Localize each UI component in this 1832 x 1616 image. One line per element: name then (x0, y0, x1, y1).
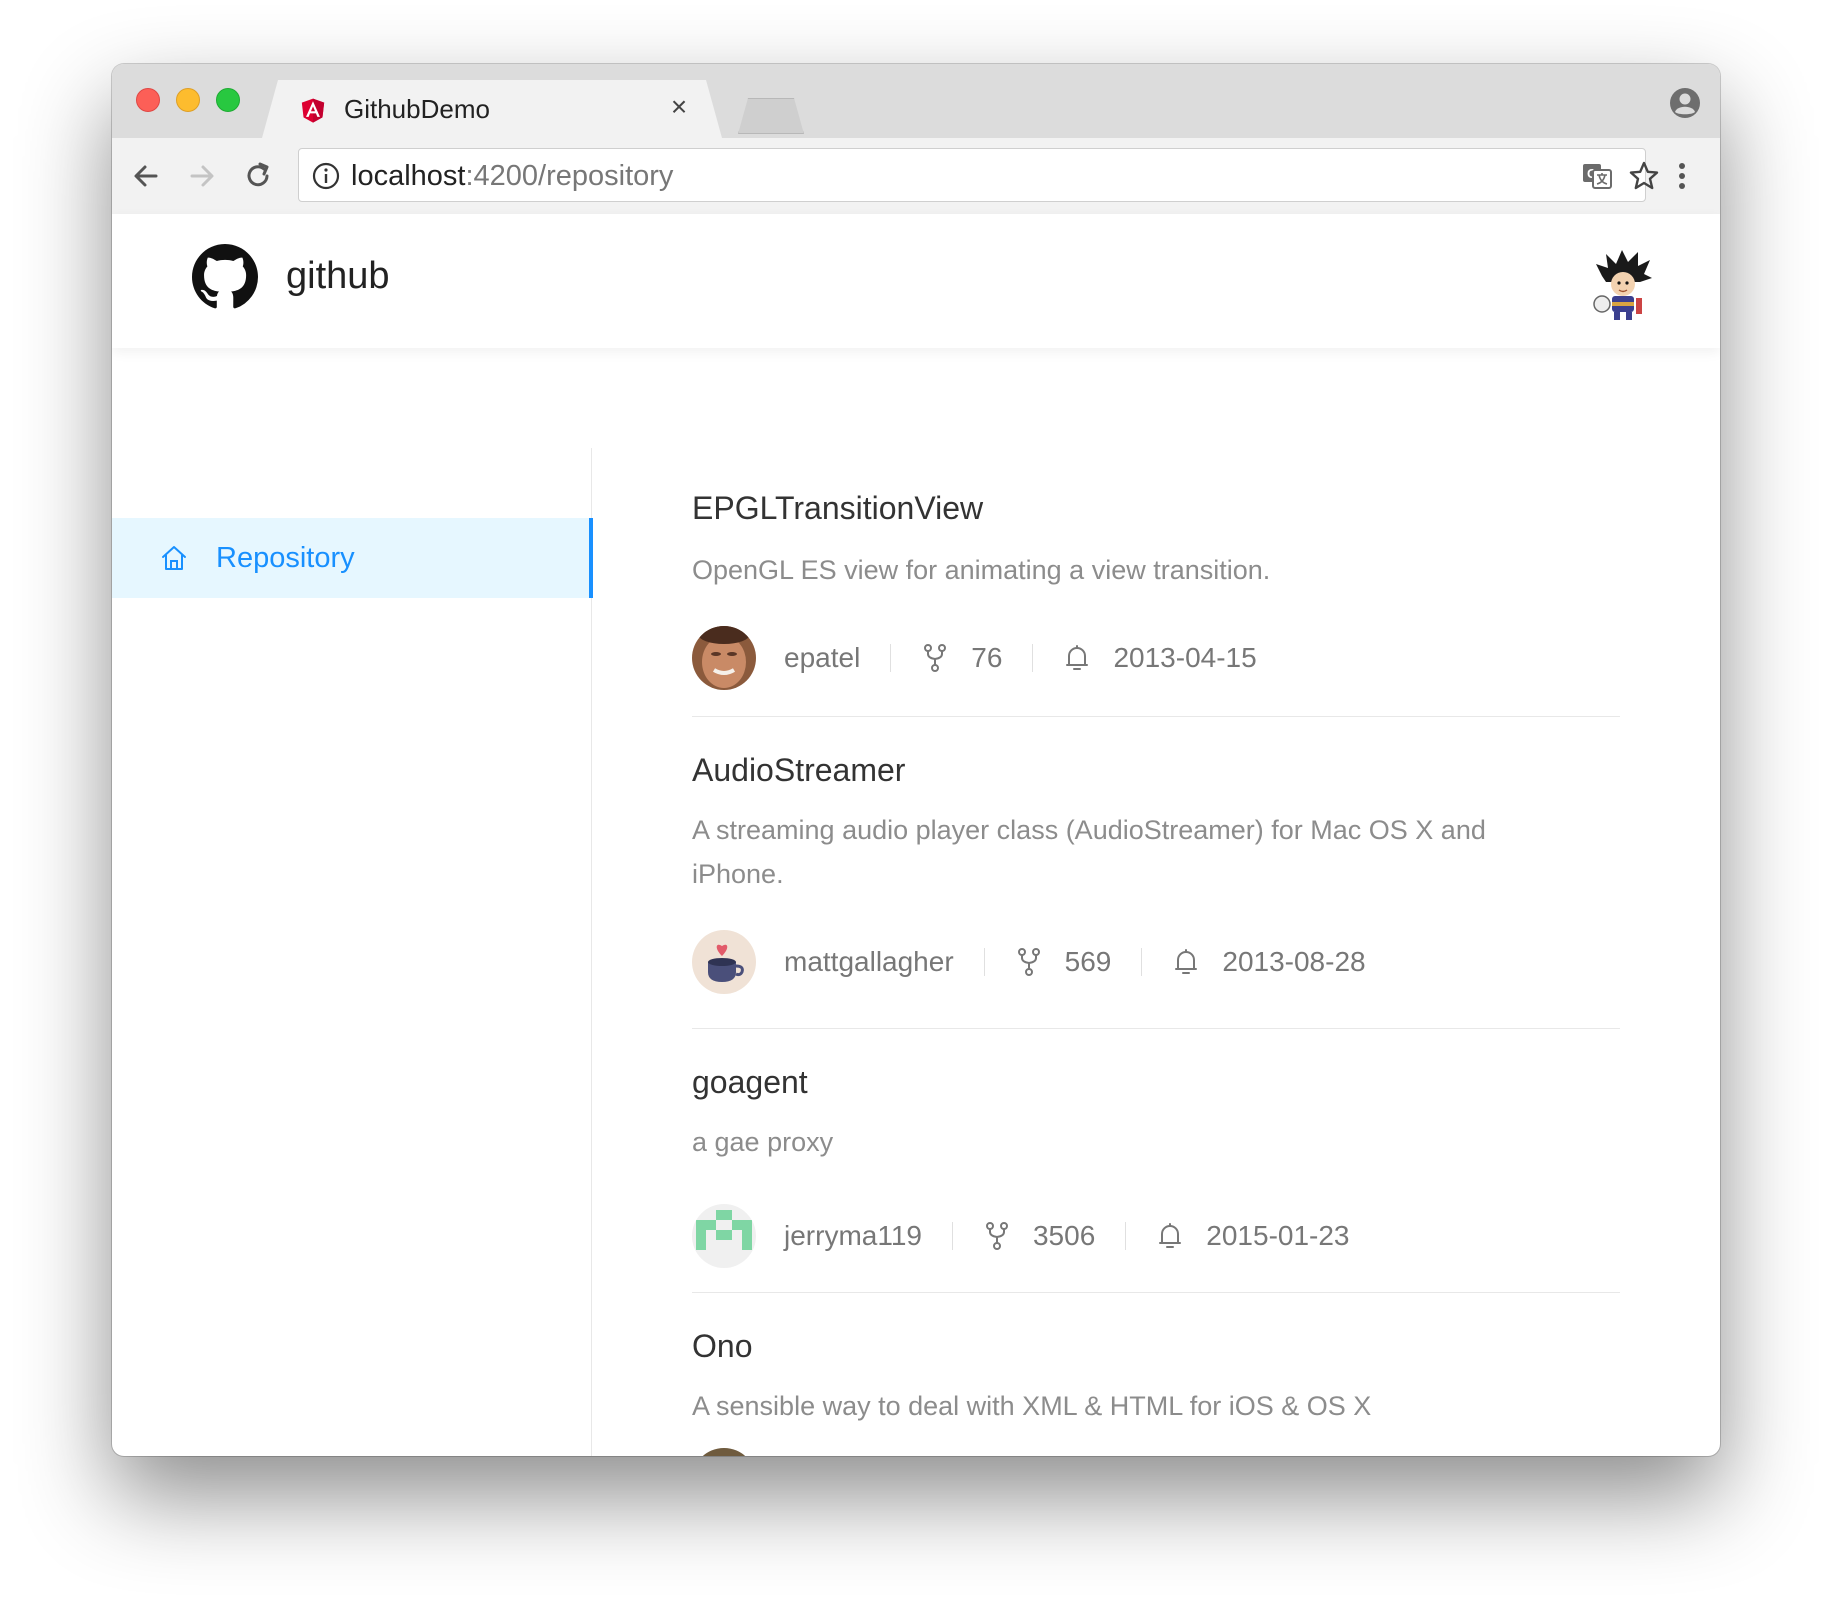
divider (951, 1222, 953, 1250)
github-logo-icon[interactable] (192, 244, 258, 310)
home-icon (162, 546, 186, 570)
owner-name[interactable]: jerryma119 (784, 1220, 922, 1252)
divider (983, 948, 985, 976)
browser-window: GithubDemo × localhost:4200/repository g… (112, 64, 1720, 1456)
minimize-window-button[interactable] (176, 88, 200, 112)
tab-title: GithubDemo (344, 94, 490, 124)
divider (1125, 1222, 1127, 1250)
repo-description: A sensible way to deal with XML & HTML f… (692, 1391, 1372, 1421)
divider (1032, 644, 1034, 672)
bell-icon (1063, 643, 1091, 673)
fork-count: 3506 (1032, 1220, 1096, 1251)
browser-tab[interactable]: GithubDemo × (262, 80, 722, 138)
angular-logo-icon (298, 94, 328, 126)
owner-avatar[interactable] (692, 626, 756, 690)
owner-name[interactable]: epatel (784, 642, 860, 674)
repo-name[interactable]: Ono (692, 1326, 752, 1366)
list-item: goagent a gae proxy jerryma119 3506 2015… (692, 1028, 1620, 1293)
bell-icon (1172, 947, 1200, 977)
fork-icon (983, 1221, 1011, 1251)
url-host: localhost (351, 160, 466, 192)
fork-icon (921, 643, 949, 673)
repository-list: EPGLTransitionView OpenGL ES view for an… (692, 448, 1620, 1456)
divider (1141, 948, 1143, 976)
owner-avatar[interactable] (692, 930, 756, 994)
fork-icon (1015, 947, 1043, 977)
updated-date: 2015-01-23 (1206, 1220, 1350, 1251)
browser-toolbar: localhost:4200/repository G (112, 138, 1720, 215)
repo-meta: epatel 76 2013-04-15 (692, 626, 1620, 692)
title-bar: GithubDemo × (112, 64, 1720, 138)
fork-count: 569 (1064, 946, 1112, 977)
repo-name[interactable]: AudioStreamer (692, 750, 905, 790)
tab-close-icon[interactable]: × (664, 92, 694, 122)
repo-description: A streaming audio player class (AudioStr… (692, 815, 1486, 889)
divider (890, 644, 892, 672)
owner-avatar[interactable] (692, 1204, 756, 1268)
user-avatar[interactable] (1592, 250, 1654, 320)
updated-date: 2013-08-28 (1222, 946, 1366, 977)
brand-title[interactable]: github (286, 252, 390, 300)
zoom-window-button[interactable] (216, 88, 240, 112)
bell-icon (1156, 1221, 1184, 1251)
translate-icon[interactable]: G (1581, 161, 1613, 191)
sidebar-item-repository[interactable]: Repository (112, 518, 593, 598)
back-arrow-icon[interactable] (126, 156, 166, 196)
repo-description: OpenGL ES view for animating a view tran… (692, 555, 1271, 585)
address-bar[interactable]: localhost:4200/repository G (298, 148, 1659, 202)
browser-menu-icon[interactable] (1672, 156, 1692, 196)
repo-meta: jerryma119 3506 2015-01-23 (692, 1204, 1620, 1270)
url-path: :4200/repository (465, 160, 674, 192)
list-item: Ono A sensible way to deal with XML & HT… (692, 1292, 1620, 1456)
profile-icon[interactable] (1668, 86, 1702, 120)
repo-name[interactable]: goagent (692, 1062, 808, 1102)
url-text[interactable]: localhost:4200/repository (351, 159, 673, 193)
forward-arrow-icon[interactable] (182, 156, 222, 196)
info-icon[interactable] (311, 161, 341, 191)
list-item: EPGLTransitionView OpenGL ES view for an… (692, 448, 1620, 717)
repo-stats: epatel 76 2013-04-15 (784, 638, 1257, 678)
list-item: AudioStreamer A streaming audio player c… (692, 716, 1620, 1029)
bookmark-star-icon[interactable] (1627, 159, 1661, 193)
repo-meta: mattgallagher 569 2013-08-28 (692, 930, 1620, 996)
close-window-button[interactable] (136, 88, 160, 112)
sidebar-item-label: Repository (216, 542, 355, 574)
repo-description: a gae proxy (692, 1127, 834, 1157)
fork-count: 76 (971, 642, 1003, 673)
repo-name[interactable]: EPGLTransitionView (692, 488, 983, 528)
owner-name[interactable]: mattgallagher (784, 946, 954, 978)
app-header: github (112, 214, 1720, 348)
sidebar: Repository (112, 448, 593, 1456)
repo-stats: mattgallagher 569 2013-08-28 (784, 942, 1366, 982)
updated-date: 2013-04-15 (1113, 642, 1257, 673)
reload-icon[interactable] (238, 156, 278, 196)
repo-stats: jerryma119 3506 2015-01-23 (784, 1216, 1350, 1256)
new-tab-button[interactable] (738, 98, 804, 134)
